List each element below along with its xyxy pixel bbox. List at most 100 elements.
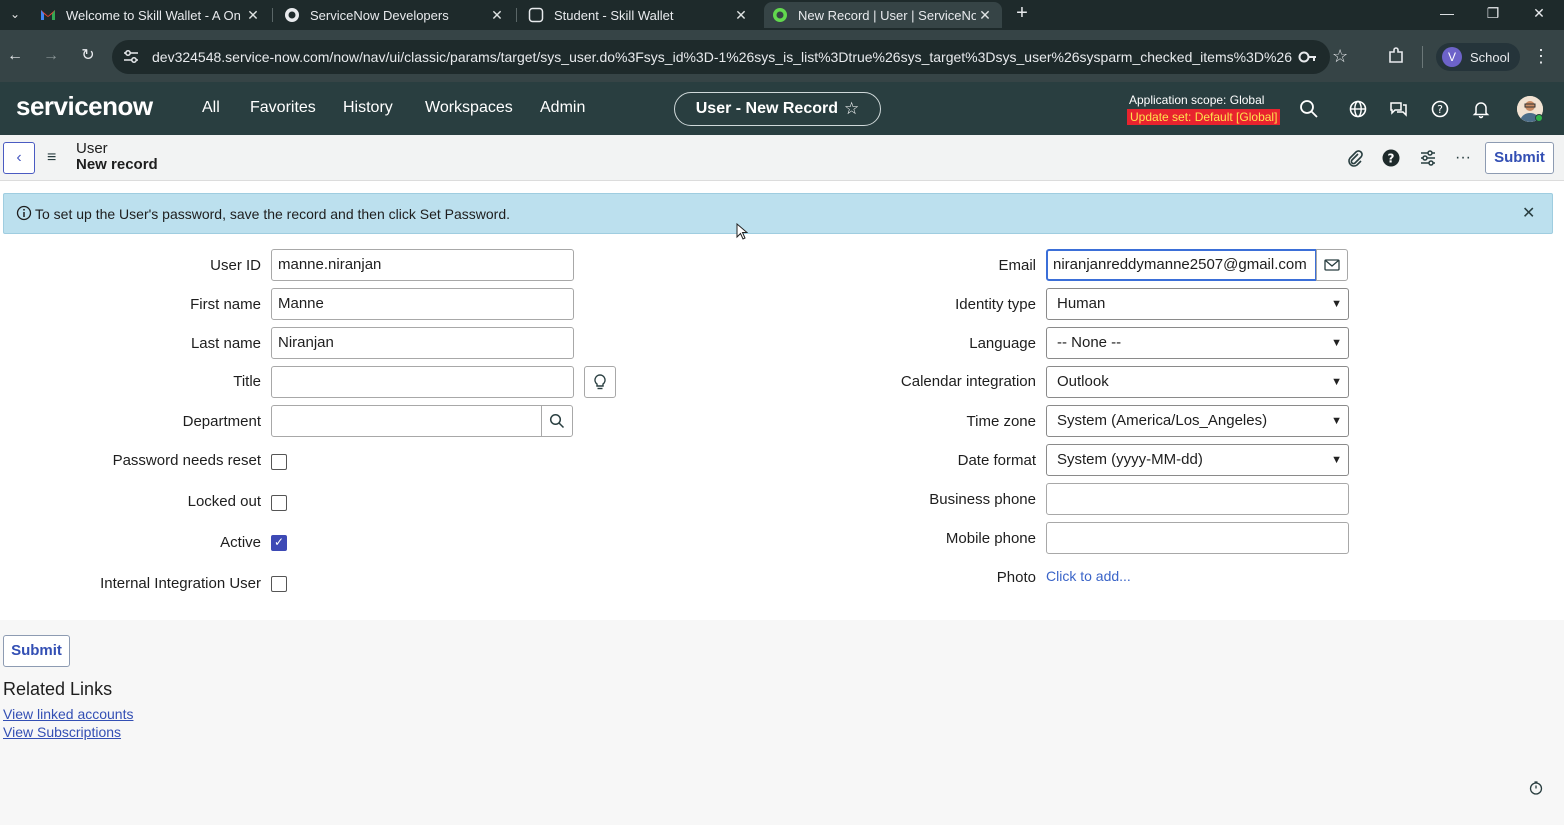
label-identity-type: Identity type: [955, 296, 1036, 313]
form-footer-area: [0, 620, 1564, 825]
back-button[interactable]: ‹: [3, 142, 35, 174]
back-arrow-icon[interactable]: ←: [5, 46, 25, 66]
forward-arrow-icon[interactable]: →: [41, 46, 61, 66]
toolbar-divider: [1422, 46, 1423, 68]
profile-button[interactable]: V School: [1436, 43, 1520, 71]
minimize-button[interactable]: —: [1424, 3, 1470, 25]
first-name-input[interactable]: Manne: [271, 288, 574, 320]
nav-history[interactable]: History: [343, 99, 393, 117]
label-date-format: Date format: [957, 452, 1036, 469]
password-needs-reset-checkbox[interactable]: [271, 454, 287, 470]
active-checkbox[interactable]: ✓: [271, 535, 287, 551]
title-suggestion-button[interactable]: [584, 366, 616, 398]
date-format-select[interactable]: System (yyyy-MM-dd) ▼: [1046, 444, 1349, 476]
tab-close-icon[interactable]: ✕: [488, 7, 506, 24]
update-set-badge[interactable]: Update set: Default [Global]: [1127, 109, 1281, 125]
nav-workspaces[interactable]: Workspaces: [425, 99, 513, 117]
servicenow-logo[interactable]: servicenow: [16, 91, 153, 122]
help-filled-icon[interactable]: ?: [1381, 148, 1401, 168]
globe-icon[interactable]: [1348, 99, 1368, 119]
browser-tab-new-record[interactable]: New Record | User | ServiceNow ✕: [764, 2, 1002, 28]
browser-tabstrip: ⌄ Welcome to Skill Wallet - A On ✕ Servi…: [0, 0, 1564, 30]
info-banner-text: To set up the User's password, save the …: [35, 206, 511, 222]
submit-button-top[interactable]: Submit: [1485, 142, 1554, 174]
calendar-integration-select[interactable]: Outlook ▼: [1046, 366, 1349, 398]
url-text: dev324548.service-now.com/now/nav/ui/cla…: [152, 49, 1292, 65]
department-lookup-button[interactable]: [541, 405, 573, 437]
envelope-icon: [1324, 259, 1340, 271]
form-title: User New record: [76, 141, 158, 173]
submit-button-bottom[interactable]: Submit: [3, 635, 70, 667]
form-record-state: New record: [76, 156, 158, 173]
business-phone-input[interactable]: [1046, 483, 1349, 515]
chat-icon[interactable]: [1389, 99, 1409, 119]
info-banner: To set up the User's password, save the …: [3, 193, 1553, 234]
time-zone-select[interactable]: System (America/Los_Angeles) ▼: [1046, 405, 1349, 437]
send-email-button[interactable]: [1316, 249, 1348, 281]
favorite-star-icon[interactable]: ☆: [844, 99, 859, 119]
view-subscriptions-link[interactable]: View Subscriptions: [3, 724, 121, 740]
window-close-button[interactable]: ✕: [1516, 3, 1562, 25]
tab-label: Welcome to Skill Wallet - A On: [66, 7, 241, 23]
site-info-icon[interactable]: [122, 49, 140, 65]
personalize-form-icon[interactable]: [1418, 148, 1438, 168]
department-input[interactable]: [271, 405, 542, 437]
browser-tab-skill-wallet[interactable]: Welcome to Skill Wallet - A On ✕: [32, 2, 270, 28]
nav-all[interactable]: All: [202, 99, 220, 117]
bookmark-star-icon[interactable]: ☆: [1332, 46, 1348, 67]
record-context-pill[interactable]: User - New Record ☆: [674, 92, 881, 126]
help-icon[interactable]: ?: [1430, 99, 1450, 119]
view-linked-accounts-link[interactable]: View linked accounts: [3, 706, 133, 722]
svg-text:?: ?: [1437, 103, 1443, 116]
tab-close-icon[interactable]: ✕: [976, 7, 994, 24]
label-time-zone: Time zone: [966, 413, 1036, 430]
extensions-icon[interactable]: [1386, 46, 1406, 66]
tab-close-icon[interactable]: ✕: [732, 7, 750, 24]
language-value: -- None --: [1057, 334, 1122, 351]
gmail-icon: [40, 7, 56, 23]
identity-type-value: Human: [1057, 295, 1106, 312]
attachment-paperclip-icon[interactable]: [1345, 148, 1365, 168]
calendar-integration-value: Outlook: [1057, 373, 1109, 390]
internal-integration-user-checkbox[interactable]: [271, 576, 287, 592]
browser-tab-student-skill-wallet[interactable]: Student - Skill Wallet ✕: [520, 2, 758, 28]
application-scope[interactable]: Application scope: Global: [1129, 93, 1264, 107]
tab-search-chevron-icon[interactable]: ⌄: [4, 4, 26, 24]
photo-add-link[interactable]: Click to add...: [1046, 568, 1131, 584]
profile-name: School: [1470, 49, 1510, 65]
more-options-icon[interactable]: ···: [1455, 148, 1475, 168]
label-photo: Photo: [996, 569, 1036, 586]
notification-bell-icon[interactable]: [1471, 99, 1491, 119]
address-bar[interactable]: dev324548.service-now.com/now/nav/ui/cla…: [112, 40, 1348, 74]
mouse-cursor-icon: [736, 223, 748, 240]
browser-menu-icon[interactable]: ⋮: [1532, 46, 1550, 67]
nav-admin[interactable]: Admin: [540, 99, 585, 117]
title-input[interactable]: [271, 366, 574, 398]
reload-icon[interactable]: ↻: [78, 46, 98, 66]
form-header: ‹ ≡ User New record ? ··· Submit: [0, 135, 1564, 181]
mobile-phone-input[interactable]: [1046, 522, 1349, 554]
locked-out-checkbox[interactable]: [271, 495, 287, 511]
email-input[interactable]: niranjanreddymanne2507@gmail.com: [1046, 249, 1317, 281]
browser-tab-servicenow-developers[interactable]: ServiceNow Developers ✕: [276, 2, 514, 28]
context-menu-icon[interactable]: ≡: [47, 149, 56, 167]
new-tab-button[interactable]: +: [1011, 3, 1033, 25]
banner-close-icon[interactable]: ✕: [1522, 203, 1535, 223]
nav-favorites[interactable]: Favorites: [250, 99, 316, 117]
tab-close-icon[interactable]: ✕: [244, 7, 262, 24]
svg-text:?: ?: [1388, 152, 1395, 166]
language-select[interactable]: -- None -- ▼: [1046, 327, 1349, 359]
password-key-icon[interactable]: [1298, 49, 1318, 65]
browser-toolbar: ← → ↻ dev324548.service-now.com/now/nav/…: [0, 30, 1564, 82]
record-context-label: User - New Record: [695, 100, 838, 117]
last-name-input[interactable]: Niranjan: [271, 327, 574, 359]
lightbulb-icon: [594, 374, 606, 390]
identity-type-select[interactable]: Human ▼: [1046, 288, 1349, 320]
search-icon[interactable]: [1299, 99, 1319, 119]
restore-button[interactable]: ❐: [1470, 3, 1516, 25]
presence-status-dot: [1535, 114, 1543, 122]
chevron-down-icon: ▼: [1331, 454, 1342, 466]
servicenow-icon: [284, 7, 300, 23]
response-time-clock-icon[interactable]: [1529, 781, 1543, 795]
user-id-input[interactable]: manne.niranjan: [271, 249, 574, 281]
